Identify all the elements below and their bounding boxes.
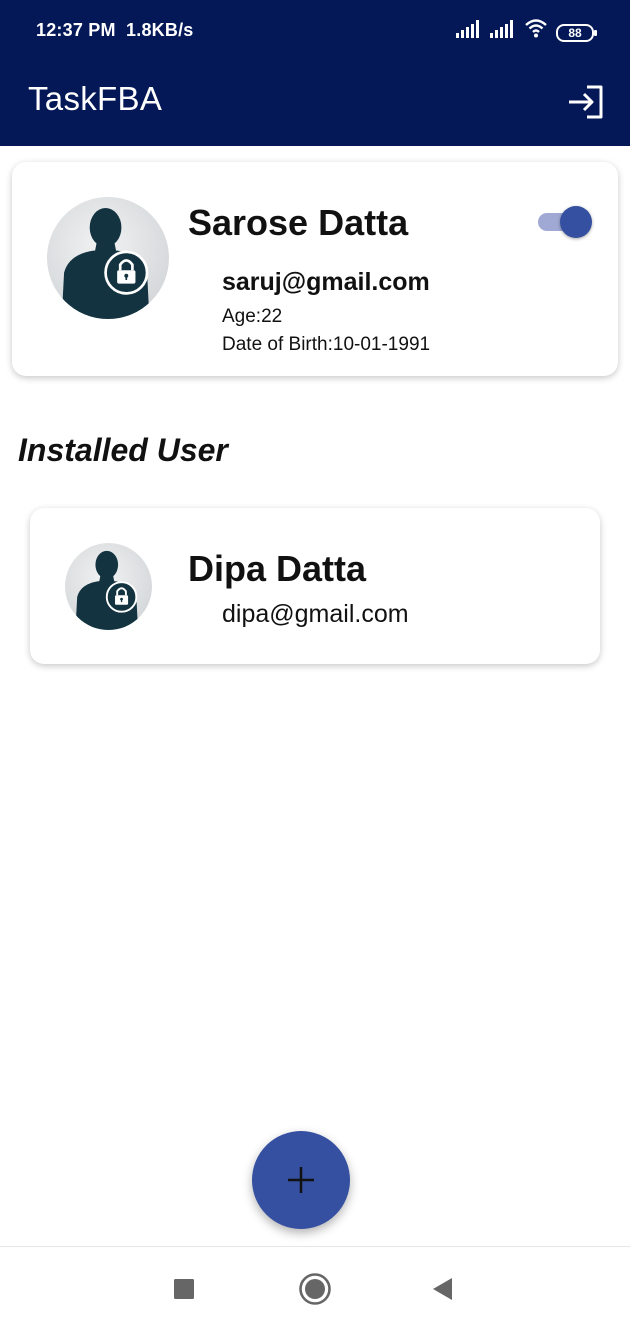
- status-time: 12:37 PM 1.8KB/s: [36, 20, 193, 41]
- status-clock: 12:37 PM: [36, 20, 116, 40]
- circle-icon: [299, 1273, 331, 1305]
- avatar: [65, 543, 152, 630]
- plus-icon: [288, 1167, 314, 1193]
- status-bar: 12:37 PM 1.8KB/s 88: [0, 0, 630, 62]
- current-user-name: Sarose Datta: [188, 202, 409, 243]
- current-user-card[interactable]: Sarose Datta saruj@gmail.com Age:22 Date…: [12, 162, 618, 376]
- current-user-email: saruj@gmail.com: [222, 268, 430, 296]
- app-bar: TaskFBA: [0, 62, 630, 146]
- logout-button[interactable]: [564, 80, 608, 124]
- back-button[interactable]: [420, 1267, 464, 1311]
- app-title: TaskFBA: [28, 80, 163, 117]
- square-icon: [174, 1279, 194, 1299]
- user-lock-icon: [61, 207, 150, 319]
- home-button[interactable]: [293, 1267, 337, 1311]
- avatar: [47, 197, 169, 319]
- system-nav-bar: [0, 1246, 630, 1331]
- recents-button[interactable]: [162, 1267, 206, 1311]
- user-toggle[interactable]: [536, 206, 596, 238]
- status-network-speed: 1.8KB/s: [126, 20, 194, 40]
- signal-icon-2: [490, 20, 516, 43]
- signal-icon: [456, 20, 482, 43]
- add-user-button[interactable]: [252, 1131, 350, 1229]
- wifi-icon: [524, 18, 548, 43]
- current-user-dob: Date of Birth:10-01-1991: [222, 334, 431, 355]
- installed-user-card[interactable]: Dipa Datta dipa@gmail.com: [30, 508, 600, 664]
- status-icons: 88: [456, 18, 598, 43]
- installed-user-email: dipa@gmail.com: [222, 600, 409, 628]
- toggle-thumb: [560, 206, 592, 238]
- installed-user-name: Dipa Datta: [188, 548, 367, 589]
- logout-icon: [569, 85, 603, 119]
- user-lock-icon: [75, 550, 139, 630]
- back-triangle-icon: [433, 1278, 452, 1300]
- battery-level: 88: [568, 26, 582, 40]
- battery-icon: 88: [556, 23, 598, 43]
- current-user-age: Age:22: [222, 306, 283, 327]
- installed-user-heading: Installed User: [18, 432, 228, 468]
